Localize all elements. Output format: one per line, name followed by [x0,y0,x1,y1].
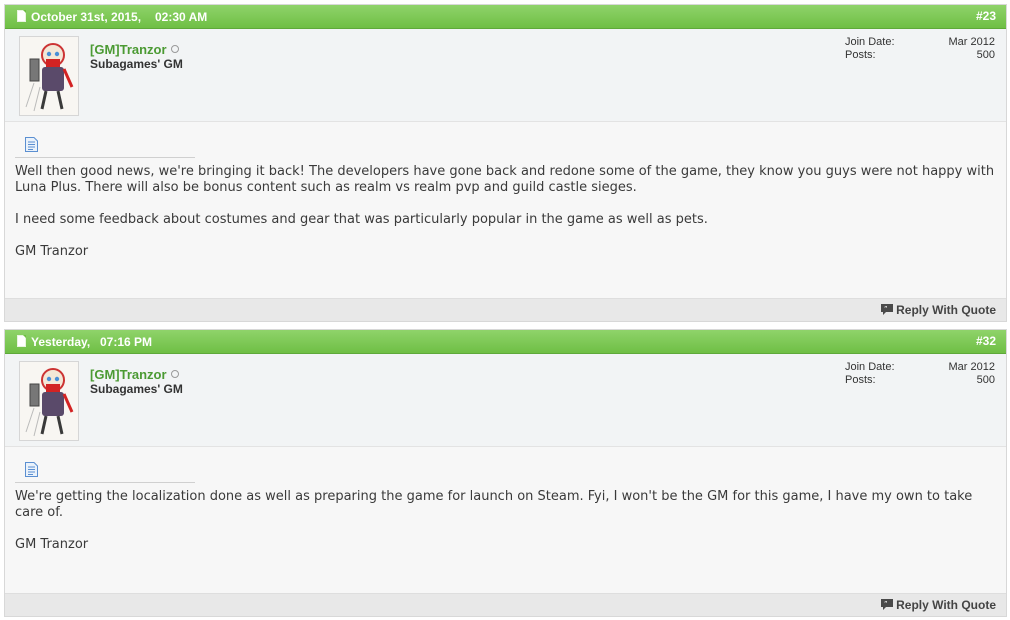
join-date-label: Join Date: [845,361,895,373]
post-date: Yesterday, [31,335,91,349]
post-header: Yesterday, 07:16 PM #32 [5,330,1006,354]
post-footer: ” Reply With Quote [5,298,1006,321]
posts-count-row: Posts: 500 [845,49,995,62]
join-date-label: Join Date: [845,36,895,48]
message-signature: GM Tranzor [15,537,89,552]
offline-status-icon [171,45,179,53]
join-date-value: Mar 2012 [948,36,995,48]
message-paragraph: Well then good news, we're bringing it b… [15,164,995,195]
post-date: October 31st, 2015, [31,10,142,24]
user-title: Subagames' GM [90,57,183,71]
post: October 31st, 2015, 02:30 AM #23 [GM]Tra… [4,4,1007,322]
posts-count-label: Posts: [845,49,876,61]
message-divider [15,482,195,483]
join-date-value: Mar 2012 [948,361,995,373]
message-signature: GM Tranzor [15,244,89,259]
post-header: October 31st, 2015, 02:30 AM #23 [5,5,1006,29]
message-doc-icon [25,462,38,477]
message-doc-icon [25,137,38,152]
posts-count-label: Posts: [845,374,876,386]
post-time: 07:16 PM [100,335,153,349]
post: Yesterday, 07:16 PM #32 [GM]Tranzor Suba… [4,329,1007,617]
svg-text:”: ” [884,600,888,608]
svg-text:”: ” [884,305,888,313]
message-paragraph: I need some feedback about costumes and … [15,212,708,227]
post-time: 02:30 AM [155,10,208,24]
post-message: We're getting the localization done as w… [15,489,1000,569]
user-info: [GM]Tranzor Subagames' GM Join Date: Mar… [5,29,1006,122]
avatar[interactable] [19,36,79,116]
posts-count-row: Posts: 500 [845,374,995,387]
post-doc-icon [17,335,26,347]
offline-status-icon [171,370,179,378]
post-number-link[interactable]: #32 [976,334,996,348]
posts-count-value: 500 [976,49,995,61]
quote-bubble-icon[interactable]: ” [880,598,894,611]
reply-with-quote-button[interactable]: Reply With Quote [896,303,996,317]
post-message: Well then good news, we're bringing it b… [15,164,1000,276]
user-info: [GM]Tranzor Subagames' GM Join Date: Mar… [5,354,1006,447]
user-stats: Join Date: Mar 2012 Posts: 500 [845,361,995,387]
user-title: Subagames' GM [90,382,183,396]
reply-with-quote-button[interactable]: Reply With Quote [896,598,996,612]
user-stats: Join Date: Mar 2012 Posts: 500 [845,36,995,62]
join-date-row: Join Date: Mar 2012 [845,36,995,49]
posts-count-value: 500 [976,374,995,386]
post-footer: ” Reply With Quote [5,593,1006,616]
avatar[interactable] [19,361,79,441]
post-doc-icon [17,10,26,22]
avatar-image [20,37,78,115]
message-divider [15,157,195,158]
avatar-image [20,362,78,440]
message-paragraph: We're getting the localization done as w… [15,489,973,520]
username-link[interactable]: [GM]Tranzor [90,42,167,57]
quote-bubble-icon[interactable]: ” [880,303,894,316]
join-date-row: Join Date: Mar 2012 [845,361,995,374]
post-number-link[interactable]: #23 [976,9,996,23]
username-link[interactable]: [GM]Tranzor [90,367,167,382]
